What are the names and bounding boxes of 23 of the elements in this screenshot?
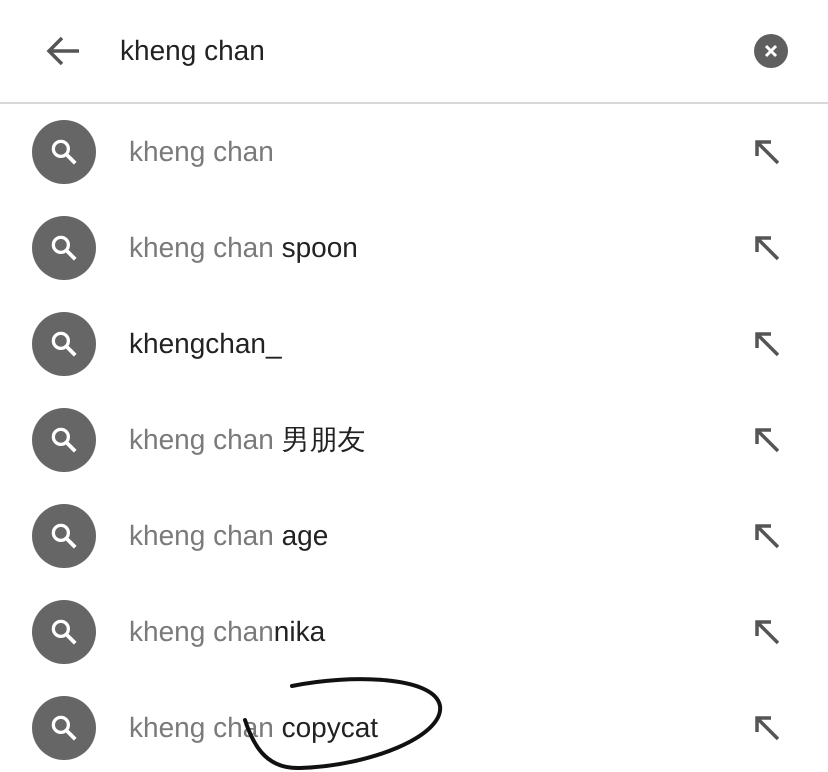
arrow-up-left-icon [754,331,780,357]
back-arrow-icon [45,35,81,67]
suggestion-text: kheng chan [129,135,275,169]
arrow-up-left-icon [754,715,780,741]
suggestion-item[interactable]: kheng chan spoon [0,200,828,296]
suggestion-item[interactable]: kheng channika [0,584,828,680]
arrow-up-left-icon [754,619,780,645]
arrow-up-left-icon [754,235,780,261]
suggestion-text: kheng chan age [129,519,330,553]
arrow-up-left-icon [754,427,780,453]
arrow-up-left-icon [754,523,780,549]
search-field[interactable]: kheng chan [120,30,754,72]
suggestion-text: kheng channika [129,615,326,649]
suggestion-text: kheng chan 男朋友 [129,423,367,457]
close-icon [764,44,778,58]
suggestion-item[interactable]: kheng chan age [0,488,828,584]
arrow-up-left-icon [754,139,780,165]
clear-button[interactable] [754,34,788,68]
suggestion-item[interactable]: kheng chan [0,104,828,200]
suggestion-item[interactable]: khengchan_ [0,296,828,392]
suggestion-item[interactable]: kheng chan 男朋友 [0,392,828,488]
suggestion-text: khengchan_ [129,327,283,361]
suggestion-text: kheng chan spoon [129,231,359,265]
